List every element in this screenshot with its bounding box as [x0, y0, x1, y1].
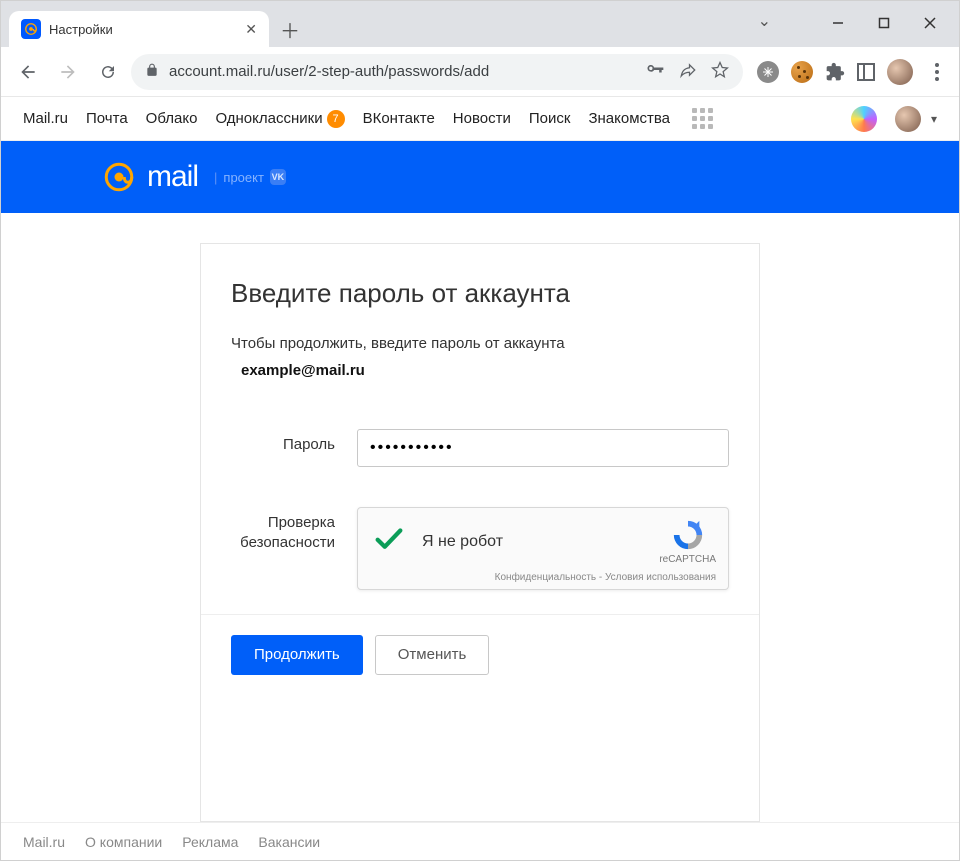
card-description: Чтобы продолжить, введите пароль от акка… [231, 333, 729, 356]
recaptcha-box[interactable]: Я не робот reCAPTCHA [357, 507, 729, 590]
security-label-line2: безопасности [240, 534, 335, 551]
page-footer: Mail.ru О компании Реклама Вакансии [1, 822, 959, 860]
nav-pochta[interactable]: Почта [86, 110, 128, 127]
mail-header: mail | проект VK [1, 141, 959, 213]
continue-button[interactable]: Продолжить [231, 635, 363, 675]
tab-overflow-icon[interactable]: ⌄ [758, 11, 771, 31]
security-label: Проверка безопасности [231, 507, 357, 554]
mail-logo-text: mail [147, 160, 198, 194]
marusya-icon[interactable] [851, 106, 877, 132]
vk-badge-icon: VK [270, 169, 286, 185]
page: Mail.ru Почта Облако Одноклассники 7 ВКо… [1, 97, 959, 860]
password-label: Пароль [231, 429, 357, 455]
reload-button[interactable] [91, 55, 125, 89]
window-minimize-button[interactable] [815, 7, 861, 39]
recaptcha-brand: reCAPTCHA [659, 554, 716, 565]
user-menu-caret-icon[interactable]: ▾ [931, 112, 937, 126]
ok-badge: 7 [327, 110, 345, 128]
footer-link-jobs[interactable]: Вакансии [258, 834, 320, 850]
recaptcha-logo-icon [671, 518, 705, 552]
window-maximize-button[interactable] [861, 7, 907, 39]
card-heading: Введите пароль от аккаунта [231, 278, 729, 309]
user-avatar[interactable] [895, 106, 921, 132]
project-text: проект [223, 170, 264, 185]
cancel-button[interactable]: Отменить [375, 635, 490, 675]
extension-icon-cookie[interactable] [791, 61, 813, 83]
mailru-favicon [21, 19, 41, 39]
omnibox[interactable]: account.mail.ru/user/2-step-auth/passwor… [131, 54, 743, 90]
nav-oblako[interactable]: Облако [146, 110, 198, 127]
nav-odnoklassniki[interactable]: Одноклассники [215, 110, 322, 127]
footer-link-ads[interactable]: Реклама [182, 834, 238, 850]
forward-button[interactable] [51, 55, 85, 89]
mailru-top-nav: Mail.ru Почта Облако Одноклассники 7 ВКо… [1, 97, 959, 141]
tab-title: Настройки [49, 22, 237, 37]
bookmark-star-icon[interactable] [711, 61, 729, 83]
key-icon[interactable] [645, 60, 665, 84]
nav-vk[interactable]: ВКонтакте [363, 110, 435, 127]
nav-news[interactable]: Новости [453, 110, 511, 127]
titlebar: Настройки ✕ ＋ ⌄ [1, 1, 959, 47]
tab-close-icon[interactable]: ✕ [245, 21, 257, 38]
nav-search[interactable]: Поиск [529, 110, 571, 127]
account-email: example@mail.ru [241, 362, 729, 379]
share-icon[interactable] [679, 61, 697, 83]
security-label-line1: Проверка [268, 514, 335, 531]
mail-at-logo-icon [101, 159, 137, 195]
lock-icon [145, 63, 159, 81]
project-label: | проект VK [214, 169, 286, 185]
browser-tab[interactable]: Настройки ✕ [9, 11, 269, 47]
password-input[interactable] [357, 429, 729, 467]
url-text: account.mail.ru/user/2-step-auth/passwor… [169, 63, 635, 80]
recaptcha-terms[interactable]: Конфиденциальность - Условия использован… [372, 572, 716, 583]
footer-link-mailru[interactable]: Mail.ru [23, 834, 65, 850]
sidepanel-icon[interactable] [857, 63, 875, 81]
nav-mailru[interactable]: Mail.ru [23, 110, 68, 127]
extension-icon-1[interactable] [757, 61, 779, 83]
nav-dating[interactable]: Знакомства [588, 110, 670, 127]
chrome-profile-avatar[interactable] [887, 59, 913, 85]
footer-link-about[interactable]: О компании [85, 834, 162, 850]
apps-grid-icon[interactable] [692, 108, 713, 129]
window-close-button[interactable] [907, 7, 953, 39]
address-bar: account.mail.ru/user/2-step-auth/passwor… [1, 47, 959, 97]
auth-card: Введите пароль от аккаунта Чтобы продолж… [200, 243, 760, 822]
chrome-menu-icon[interactable] [925, 63, 949, 81]
checkmark-icon [372, 522, 406, 561]
captcha-text: Я не робот [422, 533, 659, 551]
back-button[interactable] [11, 55, 45, 89]
extensions-icon[interactable] [825, 62, 845, 82]
new-tab-button[interactable]: ＋ [275, 14, 305, 44]
